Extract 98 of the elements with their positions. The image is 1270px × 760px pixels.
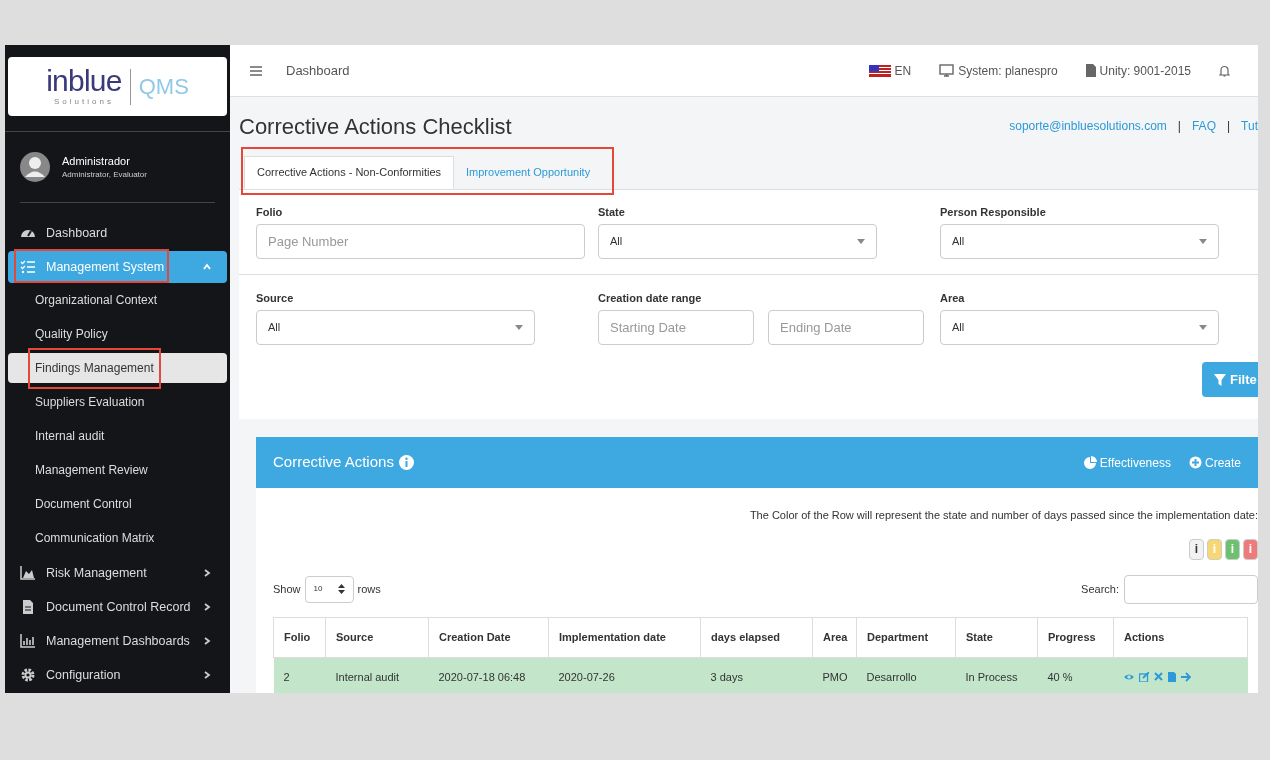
text-field[interactable]: Page Number — [256, 224, 585, 259]
bell-icon — [1219, 64, 1230, 77]
filter-icon — [1214, 373, 1226, 386]
table-cell: In Process — [955, 657, 1038, 693]
sidebar-item[interactable]: Document Control Record — [8, 591, 227, 623]
show-label: Show — [273, 581, 301, 597]
column-header: Progress — [1037, 617, 1114, 657]
sidebar-subitem[interactable]: Organizational Context — [8, 285, 227, 315]
panel-title: Corrective Actions — [273, 452, 394, 473]
table-cell: 2 — [273, 657, 326, 693]
info-icon — [398, 455, 414, 470]
legend-badge: i — [1243, 538, 1258, 560]
select-field[interactable]: All — [940, 224, 1219, 259]
sidebar-item[interactable]: Dashboard — [8, 217, 227, 249]
sidebar-item[interactable]: Risk Management — [8, 557, 227, 589]
avatar-icon — [20, 152, 50, 182]
field-label: Creation date range — [598, 291, 703, 306]
document-icon — [20, 599, 36, 615]
caret-down-icon — [857, 239, 865, 244]
sidebar-subitem[interactable]: Management Review — [8, 455, 227, 485]
sidebar-subitem[interactable]: Findings Management — [8, 353, 227, 383]
caret-down-icon — [515, 325, 523, 330]
column-header: Implementation date — [548, 617, 701, 657]
sidebar-item[interactable]: Configuration — [8, 659, 227, 691]
arrow-right-icon[interactable] — [1180, 672, 1191, 683]
link-separator: | — [1226, 118, 1231, 135]
table-cell: Desarrollo — [856, 657, 956, 693]
chevron-right-icon — [203, 637, 211, 645]
system-label: System: planespro — [958, 62, 1058, 80]
monitor-icon — [939, 64, 955, 77]
plus-circle-icon — [1188, 456, 1202, 469]
field-label: Area — [940, 291, 966, 306]
document-icon[interactable] — [1167, 672, 1176, 683]
sidebar-subitem[interactable]: Document Control — [8, 489, 227, 519]
date-field[interactable]: Starting Date — [598, 310, 754, 345]
bar-chart-icon — [20, 633, 36, 649]
area-chart-icon — [20, 565, 36, 581]
menu-icon — [250, 65, 262, 76]
select-field[interactable]: All — [598, 224, 877, 259]
table-cell: Internal audit — [325, 657, 429, 693]
legend-text: The Color of the Row will represent the state and number of days passed since the implementation date: — [748, 508, 1258, 523]
table-cell: 2020-07-26 — [548, 657, 701, 693]
logo-product: QMS — [138, 73, 189, 101]
link-separator: | — [1177, 118, 1181, 135]
legend-badge: i — [1207, 538, 1222, 560]
column-header: Actions — [1113, 617, 1248, 657]
close-icon[interactable] — [1153, 672, 1163, 683]
caret-down-icon — [1199, 325, 1207, 330]
sidebar-subitem[interactable]: Communication Matrix — [8, 523, 227, 553]
chevron-up-icon — [203, 263, 211, 271]
field-label: Person Responsible — [940, 205, 1047, 220]
language-selector[interactable]: EN — [894, 61, 912, 80]
sort-arrows-icon — [337, 584, 345, 594]
user-roles: Administrator, Evaluator — [62, 169, 147, 182]
column-header: Area — [812, 617, 857, 657]
column-header: Folio — [273, 617, 326, 657]
search-label: Search: — [1081, 581, 1119, 597]
table-cell: 3 days — [700, 657, 813, 693]
column-header: days elapsed — [700, 617, 813, 657]
search-field[interactable] — [1124, 574, 1258, 604]
sidebar-subitem[interactable]: Suppliers Evaluation — [8, 387, 227, 417]
edit-icon[interactable] — [1138, 672, 1149, 683]
page-size-select[interactable]: 10 — [304, 575, 354, 603]
chevron-right-icon — [203, 671, 211, 679]
logo-subtitle: Solutions — [53, 95, 114, 108]
caret-down-icon — [1199, 239, 1207, 244]
sidebar-item[interactable]: Management Dashboards — [8, 625, 227, 657]
column-header: State — [955, 617, 1038, 657]
legend-badge: i — [1189, 538, 1204, 560]
sidebar-subitem[interactable]: Quality Policy — [8, 319, 227, 349]
date-field[interactable]: Ending Date — [768, 310, 924, 345]
checklist-icon — [20, 259, 36, 275]
logo-wordmark: inblue — [46, 65, 122, 96]
pie-chart-icon — [1083, 456, 1097, 469]
breadcrumb[interactable]: Dashboard — [286, 60, 869, 81]
chevron-right-icon — [203, 569, 211, 577]
column-header: Source — [325, 617, 429, 657]
flag-icon — [868, 64, 891, 77]
table-cell: PMO — [812, 657, 857, 693]
select-field[interactable]: All — [940, 310, 1219, 345]
legend-badge: i — [1225, 538, 1240, 560]
chevron-right-icon — [203, 603, 211, 611]
table-cell: 40 % — [1037, 657, 1114, 693]
gear-icon — [20, 667, 36, 683]
select-field[interactable]: All — [256, 310, 535, 345]
unity-label: Unity: 9001-2015 — [1099, 62, 1191, 80]
column-header: Creation Date — [428, 617, 549, 657]
field-label: Source — [256, 291, 295, 306]
user-name: Administrador — [62, 153, 131, 169]
field-label: Folio — [256, 205, 284, 220]
column-header: Department — [856, 617, 956, 657]
document-icon — [1085, 64, 1096, 77]
tab[interactable]: Corrective Actions - Non-Conformities — [244, 156, 454, 189]
rows-label: rows — [357, 581, 382, 597]
table-cell: 2020-07-18 06:48 — [428, 657, 549, 693]
sidebar-subitem[interactable]: Internal audit — [8, 421, 227, 451]
field-label: State — [598, 205, 626, 220]
page-title: Corrective Actions Checklist — [239, 112, 512, 141]
